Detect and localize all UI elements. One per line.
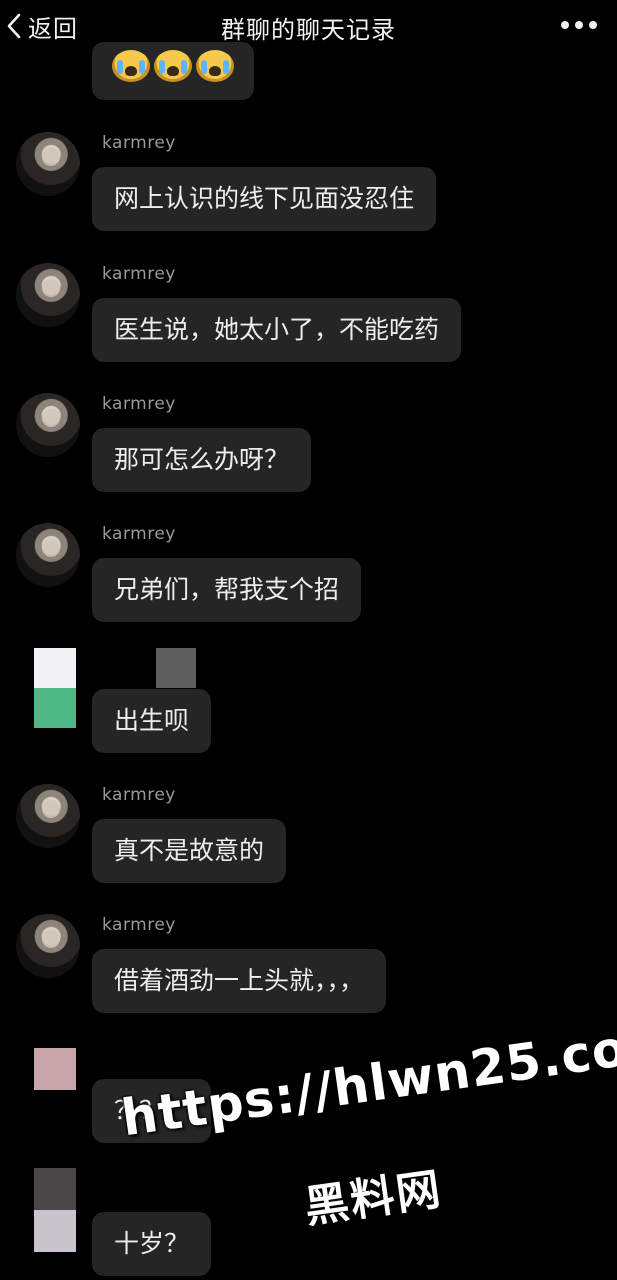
crying-face-icon [112,50,150,82]
emoji-message-bubble[interactable] [92,42,254,100]
message-bubble[interactable]: 网上认识的线下见面没忍住 [92,167,437,231]
sender-name: karmrey [102,785,176,805]
avatar[interactable] [16,393,80,457]
message-bubble[interactable]: 医生说，她太小了，不能吃药 [92,298,462,362]
more-dots-icon[interactable] [559,14,599,36]
avatar[interactable] [16,263,80,327]
sender-name: karmrey [102,133,176,153]
message-bubble[interactable]: 真不是故意的 [92,819,287,883]
message-bubble[interactable]: 借着酒劲一上头就，，， [92,949,387,1013]
message-bubble[interactable]: 出生呗 [92,689,212,753]
sender-name: karmrey [102,394,176,414]
crying-face-icon [154,50,192,82]
message-bubble[interactable]: 兄弟们，帮我支个招 [92,558,362,622]
avatar[interactable] [16,523,80,587]
avatar[interactable] [16,784,80,848]
header-bar: 返回 群聊的聊天记录 [0,0,617,52]
pixelated-avatar[interactable] [34,1048,76,1090]
sender-name: karmrey [102,524,176,544]
avatar[interactable] [16,914,80,978]
pixelated-name [156,648,196,688]
pixelated-avatar[interactable] [34,648,76,728]
pixelated-avatar[interactable] [34,1168,76,1252]
message-bubble[interactable]: 十岁？ [92,1212,212,1276]
message-bubble[interactable]: ？？？ [92,1079,212,1143]
sender-name: karmrey [102,915,176,935]
crying-face-icon [196,50,234,82]
avatar[interactable] [16,132,80,196]
page-title: 群聊的聊天记录 [221,16,396,44]
message-bubble[interactable]: 那可怎么办呀？ [92,428,312,492]
watermark-text: 黑料网 [301,1163,446,1234]
sender-name: karmrey [102,264,176,284]
